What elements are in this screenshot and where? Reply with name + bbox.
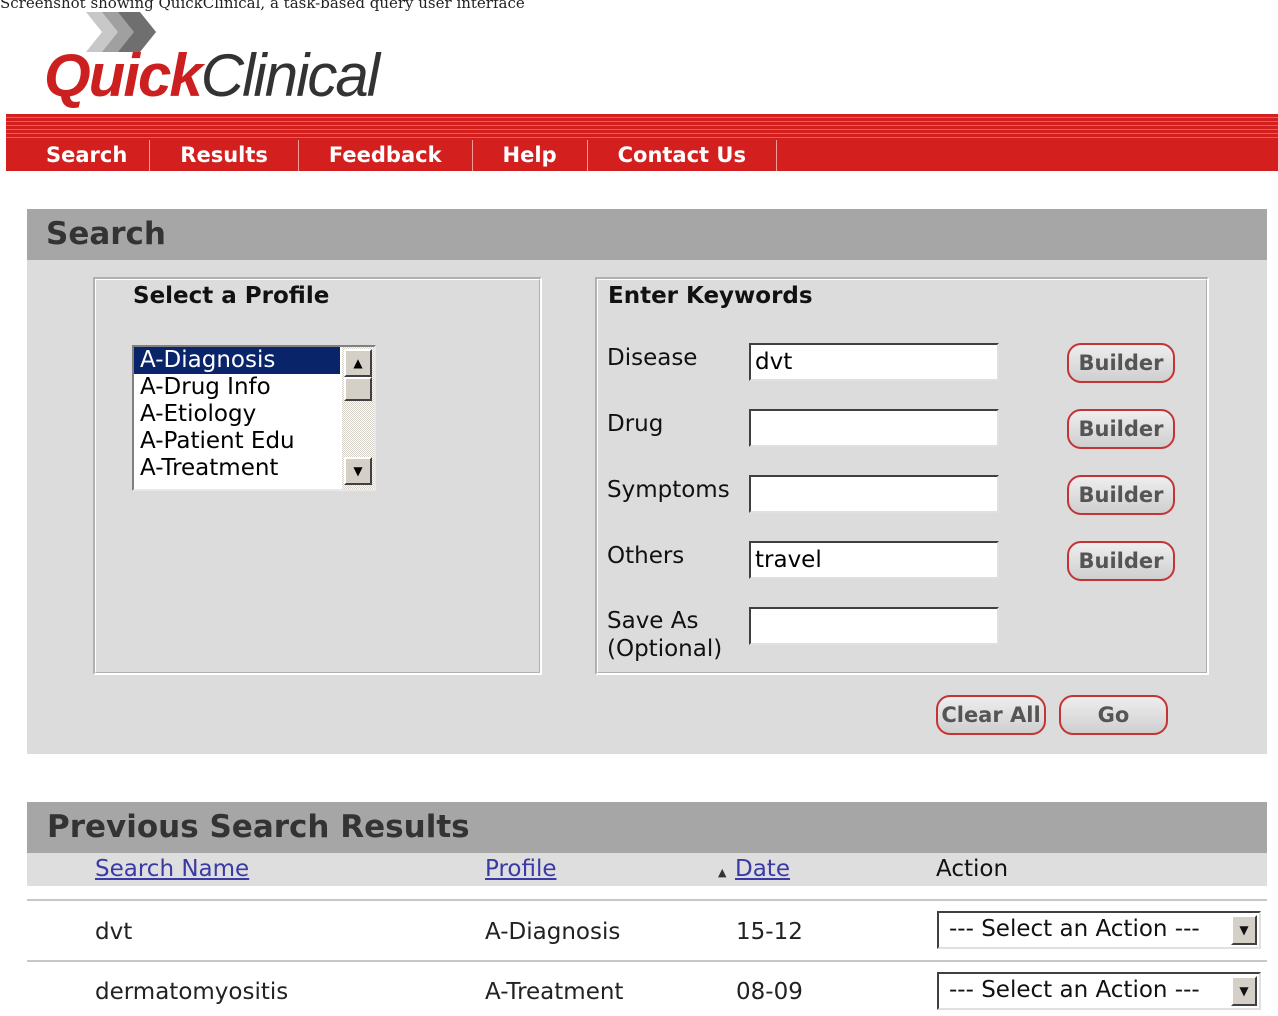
logo-quick-text: Quick xyxy=(44,42,203,109)
disease-input[interactable] xyxy=(749,343,999,381)
scroll-down-icon[interactable]: ▼ xyxy=(344,457,372,485)
nav-contact-us[interactable]: Contact Us xyxy=(588,140,777,171)
result-name: dermatomyositis xyxy=(95,979,289,1005)
column-date[interactable]: Date xyxy=(735,853,790,886)
others-label: Others xyxy=(607,543,685,569)
disease-label: Disease xyxy=(607,345,698,371)
result-date: 15-12 xyxy=(736,919,803,945)
nav-help[interactable]: Help xyxy=(473,140,588,171)
others-builder-button[interactable]: Builder xyxy=(1067,541,1175,581)
scroll-thumb[interactable] xyxy=(344,377,372,401)
nav-results[interactable]: Results xyxy=(150,140,299,171)
drug-label: Drug xyxy=(607,411,664,437)
profile-option-drug-info[interactable]: A-Drug Info xyxy=(134,374,374,401)
profile-listbox[interactable]: A-Diagnosis A-Drug Info A-Etiology A-Pat… xyxy=(132,345,376,491)
result-date: 08-09 xyxy=(736,979,803,1005)
results-panel-title: Previous Search Results xyxy=(27,802,1267,853)
disease-builder-button[interactable]: Builder xyxy=(1067,343,1175,383)
nav-search[interactable]: Search xyxy=(6,140,151,171)
quickclinical-logo: QuickClinical xyxy=(44,12,424,110)
profile-option-diagnosis[interactable]: A-Diagnosis xyxy=(134,347,340,374)
action-select-value: --- Select an Action --- xyxy=(949,916,1200,942)
nav-stripes xyxy=(6,114,1278,140)
sort-ascending-icon: ▲ xyxy=(718,866,727,879)
profile-option-patient-edu[interactable]: A-Patient Edu xyxy=(134,428,374,455)
symptoms-input[interactable] xyxy=(749,475,999,513)
dropdown-arrow-icon[interactable]: ▼ xyxy=(1231,976,1257,1006)
figure-caption: Screenshot showing QuickClinical, a task… xyxy=(0,0,525,12)
drug-input[interactable] xyxy=(749,409,999,447)
others-input[interactable] xyxy=(749,541,999,579)
row-divider xyxy=(27,899,1267,901)
result-profile: A-Treatment xyxy=(485,979,624,1005)
keywords-group-title: Enter Keywords xyxy=(608,283,813,309)
main-nav: Search Results Feedback Help Contact Us xyxy=(6,114,1278,171)
save-as-label: Save As xyxy=(607,608,699,634)
result-profile: A-Diagnosis xyxy=(485,919,621,945)
action-select[interactable]: --- Select an Action --- ▼ xyxy=(937,911,1261,949)
clear-all-button[interactable]: Clear All xyxy=(936,695,1046,735)
row-divider xyxy=(27,960,1267,962)
column-search-name[interactable]: Search Name xyxy=(95,853,249,886)
scroll-up-icon[interactable]: ▲ xyxy=(344,349,372,377)
drug-builder-button[interactable]: Builder xyxy=(1067,409,1175,449)
result-name: dvt xyxy=(95,919,133,945)
profile-scrollbar[interactable]: ▲ ▼ xyxy=(342,347,374,489)
go-button[interactable]: Go xyxy=(1059,695,1168,735)
action-select-value: --- Select an Action --- xyxy=(949,977,1200,1003)
column-profile[interactable]: Profile xyxy=(485,853,557,886)
column-action: Action xyxy=(936,856,1009,882)
nav-feedback[interactable]: Feedback xyxy=(299,140,473,171)
profile-group-title: Select a Profile xyxy=(133,283,330,309)
logo-clinical-text: Clinical xyxy=(200,42,380,109)
action-select[interactable]: --- Select an Action --- ▼ xyxy=(937,972,1261,1010)
symptoms-builder-button[interactable]: Builder xyxy=(1067,475,1175,515)
dropdown-arrow-icon[interactable]: ▼ xyxy=(1231,915,1257,945)
profile-option-treatment[interactable]: A-Treatment xyxy=(134,455,374,482)
profile-option-etiology[interactable]: A-Etiology xyxy=(134,401,374,428)
symptoms-label: Symptoms xyxy=(607,477,730,503)
save-as-input[interactable] xyxy=(749,607,999,645)
save-as-optional-label: (Optional) xyxy=(607,636,723,662)
search-panel-title: Search xyxy=(27,209,1267,260)
